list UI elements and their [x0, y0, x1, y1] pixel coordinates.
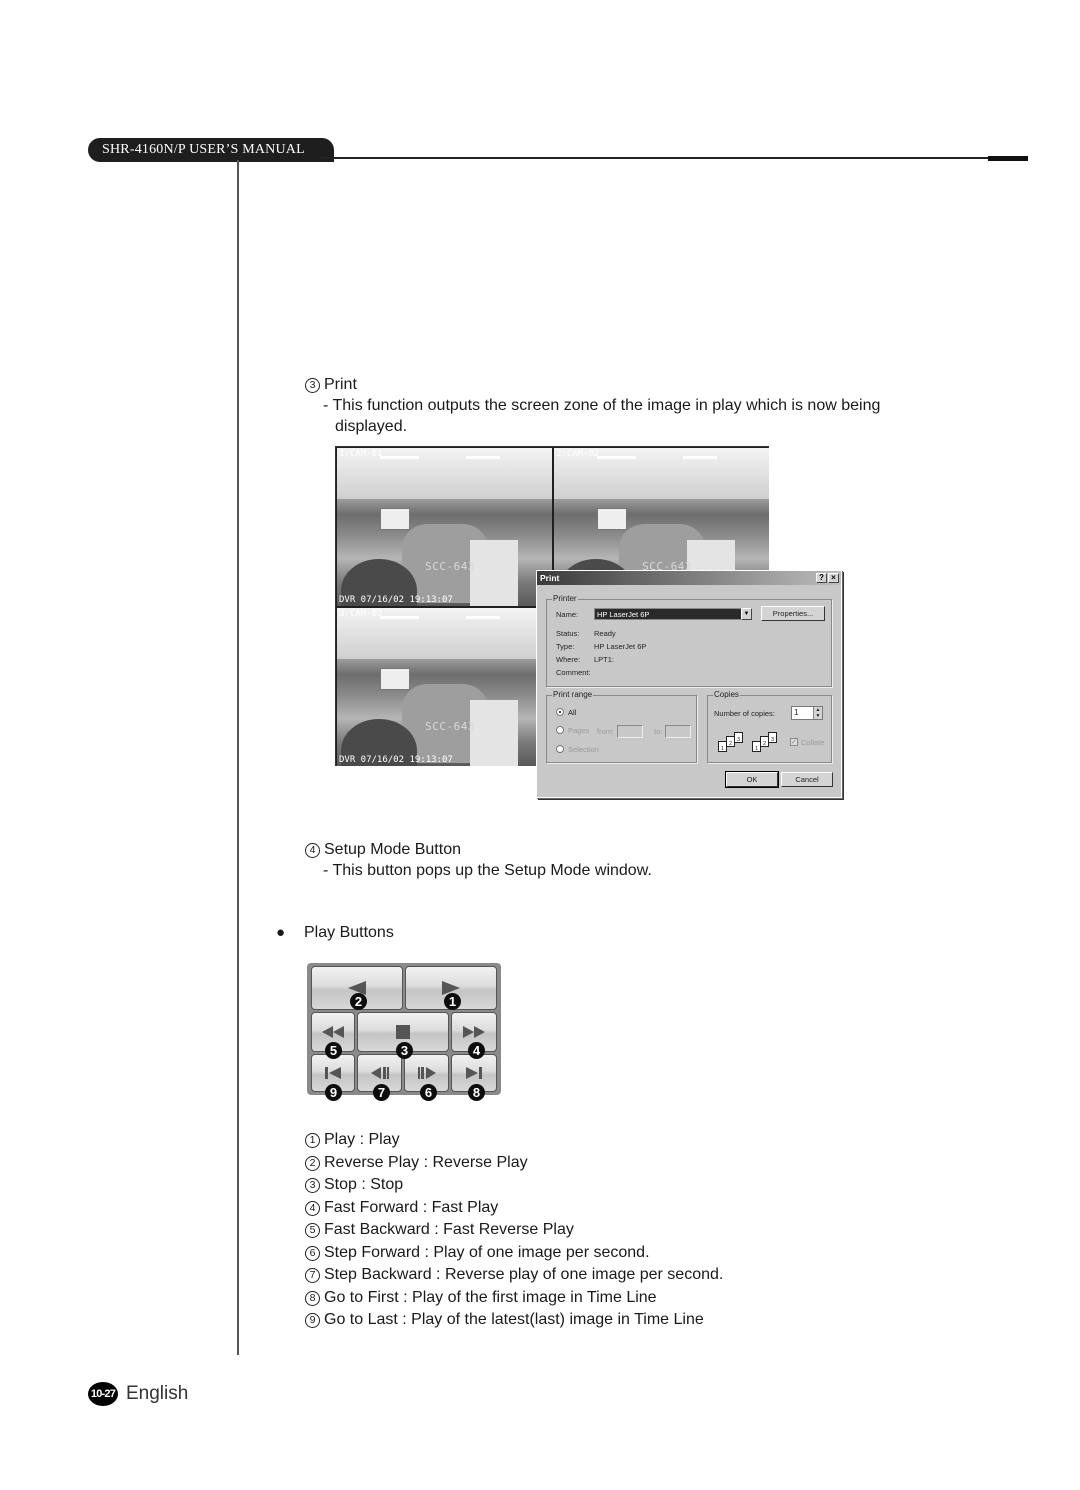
legend-item: 9 Go to Last : Play of the latest(last) i…	[305, 1309, 704, 1330]
camera-tile-1: 1:CAM-01 SCC-643 DVR 07/16/02 19:13:07	[337, 448, 552, 606]
page-number-badge: 10-27	[88, 1382, 118, 1406]
printer-name-value: HP LaserJet 6P	[597, 610, 650, 619]
margin-rule	[237, 160, 239, 1355]
range-from-input[interactable]	[617, 725, 643, 738]
print-title: Print	[324, 376, 357, 393]
range-selection-label: Selection	[568, 745, 599, 754]
callout-4: 4	[468, 1042, 485, 1059]
print-number: 3	[305, 378, 320, 393]
stop-icon	[396, 1025, 410, 1039]
range-all-label: All	[568, 708, 577, 717]
where-label: Where:	[556, 655, 581, 664]
printer-group: Printer Name: HP LaserJet 6P ▼ Propertie…	[546, 594, 832, 687]
copies-group-label: Copies	[713, 690, 740, 699]
help-button[interactable]: ?	[816, 573, 827, 583]
legend-item: 4 Fast Forward : Fast Play	[305, 1197, 498, 1218]
type-label: Type:	[556, 642, 575, 651]
type-value: HP LaserJet 6P	[594, 642, 647, 651]
camera-3-timestamp: DVR 07/16/02 19:13:07	[339, 755, 453, 765]
copies-group: Copies Number of copies: 1 ▲ ▼ 321 321 ✓ …	[707, 690, 832, 763]
camera-tile-3: 3:CAM-03 SCC-643 DVR 07/16/02 19:13:07	[337, 608, 552, 766]
callout-5: 5	[325, 1042, 342, 1059]
play-bullet: ●	[276, 924, 286, 941]
skip-forward-icon	[466, 1067, 482, 1079]
status-value: Ready	[594, 629, 616, 638]
legend-item: 5 Fast Backward : Fast Reverse Play	[305, 1219, 574, 1240]
manual-title: SHR-4160N/P USER’S MANUAL	[102, 142, 305, 157]
print-desc-line1: - This function outputs the screen zone …	[323, 397, 881, 414]
legend-item: 1 Play : Play	[305, 1129, 400, 1150]
collate-pages-icon-1: 321	[716, 732, 748, 756]
collate-pages-icon-2: 321	[750, 732, 782, 756]
step-backward-icon	[370, 1067, 389, 1079]
callout-7: 7	[373, 1084, 390, 1101]
language-label: English	[126, 1383, 189, 1404]
setup-title: Setup Mode Button	[324, 841, 461, 858]
fast-forward-icon	[463, 1026, 485, 1038]
legend-item: 3 Stop : Stop	[305, 1174, 403, 1195]
range-to-input[interactable]	[665, 725, 691, 738]
manual-title-tab: SHR-4160N/P USER’S MANUAL	[88, 138, 334, 162]
properties-button[interactable]: Properties...	[761, 606, 825, 621]
play-button-panel: 2 1 5 3 4 9 7 6 8	[307, 963, 501, 1101]
step-forward-icon	[417, 1067, 436, 1079]
header-rule-end	[988, 156, 1028, 161]
legend-item: 6 Step Forward : Play of one image per se…	[305, 1242, 650, 1263]
copies-input[interactable]: 1 ▲ ▼	[791, 706, 823, 720]
status-label: Status:	[556, 629, 580, 638]
print-dialog-titlebar: Print ? ×	[537, 571, 841, 585]
range-pages-radio[interactable]	[556, 726, 564, 734]
cancel-button[interactable]: Cancel	[781, 772, 833, 787]
print-heading: 3 Print	[305, 374, 357, 395]
setup-desc: - This button pops up the Setup Mode win…	[323, 862, 652, 879]
collate-label: Collate	[801, 738, 825, 747]
legend-item: 8 Go to First : Play of the first image i…	[305, 1287, 657, 1308]
where-value: LPT1:	[594, 655, 615, 664]
close-button[interactable]: ×	[828, 573, 839, 583]
range-selection-radio[interactable]	[556, 745, 564, 753]
ok-button[interactable]: OK	[725, 771, 779, 788]
comment-label: Comment:	[556, 668, 591, 677]
header-rule	[320, 157, 988, 159]
printer-group-label: Printer	[552, 594, 578, 603]
callout-3: 3	[396, 1042, 413, 1059]
copies-label: Number of copies:	[714, 709, 775, 718]
print-dialog: Print ? × Printer Name: HP LaserJet 6P ▼…	[536, 570, 842, 798]
camera-1-timestamp: DVR 07/16/02 19:13:07	[339, 595, 453, 605]
camera-2-label: 2:CAM-02	[556, 449, 600, 459]
print-range-label: Print range	[552, 690, 594, 699]
camera-1-model: SCC-643	[425, 560, 475, 574]
callout-1: 1	[444, 993, 461, 1010]
play-heading: Play Buttons	[304, 924, 394, 941]
range-from-label: from:	[597, 727, 615, 736]
legend-item: 2 Reverse Play : Reverse Play	[305, 1152, 528, 1173]
fast-backward-icon	[322, 1026, 344, 1038]
camera-3-label: 3:CAM-03	[339, 609, 383, 619]
name-label: Name:	[556, 610, 579, 619]
print-range-group: Print range All Pages from: to: Selectio…	[546, 690, 697, 763]
callout-8: 8	[468, 1084, 485, 1101]
skip-back-icon	[325, 1067, 341, 1079]
callout-2: 2	[350, 993, 367, 1010]
setup-heading: 4 Setup Mode Button	[305, 839, 461, 860]
copies-spinner[interactable]: ▲ ▼	[813, 707, 822, 719]
collate-checkbox[interactable]: ✓	[790, 738, 798, 746]
chevron-down-icon[interactable]: ▼	[741, 608, 752, 620]
camera-1-label: 1:CAM-01	[339, 449, 383, 459]
legend-item: 7 Step Backward : Reverse play of one ima…	[305, 1264, 723, 1285]
print-dialog-title: Print	[540, 573, 560, 583]
callout-9: 9	[325, 1084, 342, 1101]
range-all-radio[interactable]	[556, 708, 564, 716]
printer-name-select[interactable]: HP LaserJet 6P ▼	[594, 608, 752, 620]
range-pages-label: Pages	[568, 726, 590, 735]
print-desc-line2: displayed.	[335, 418, 408, 435]
camera-3-model: SCC-643	[425, 720, 475, 734]
callout-6: 6	[420, 1084, 437, 1101]
range-to-label: to:	[654, 727, 663, 736]
copies-value: 1	[794, 708, 799, 717]
setup-number: 4	[305, 843, 320, 858]
